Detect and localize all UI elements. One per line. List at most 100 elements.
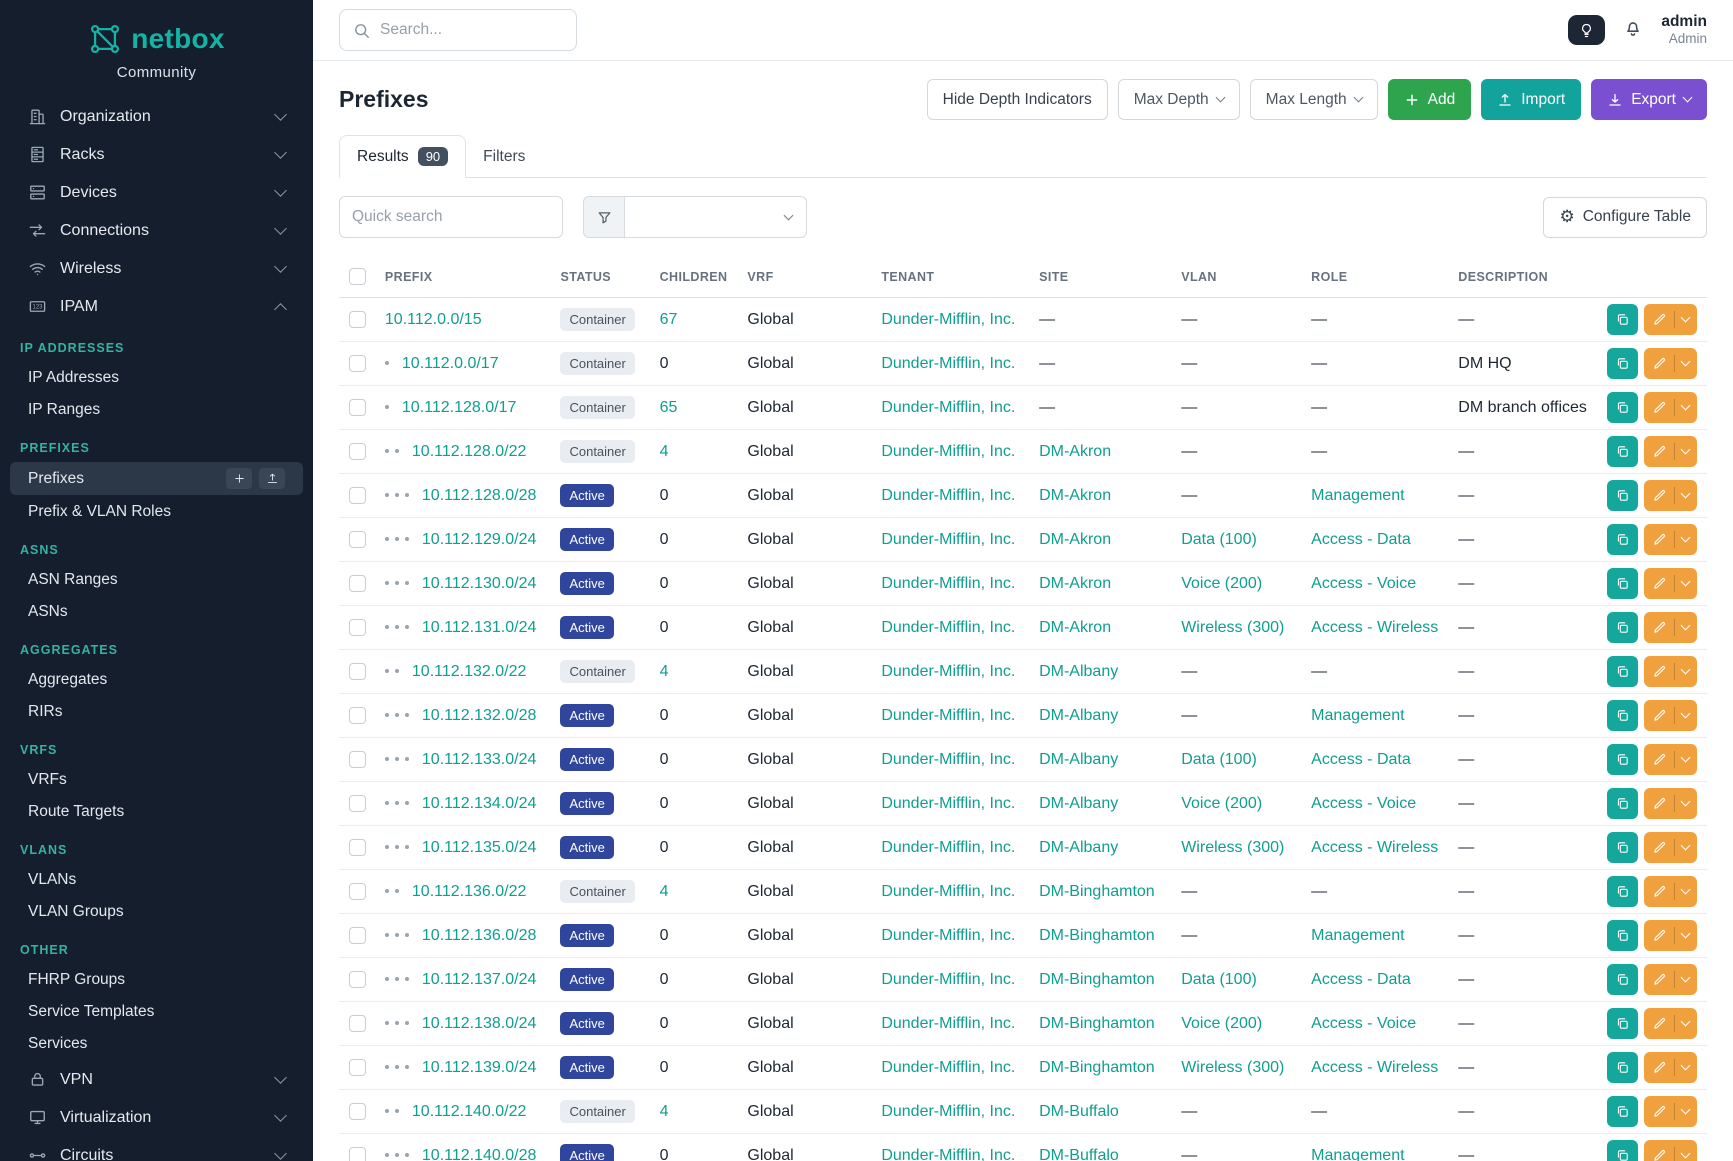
edit-button[interactable]: [1644, 1008, 1697, 1039]
edit-button[interactable]: [1644, 1052, 1697, 1083]
sidebar-item-vrfs[interactable]: VRFs: [10, 764, 303, 795]
row-checkbox[interactable]: [349, 1059, 366, 1076]
site-link[interactable]: DM-Binghamton: [1039, 1059, 1155, 1076]
role-link[interactable]: Access - Voice: [1311, 575, 1416, 592]
edit-button[interactable]: [1644, 392, 1697, 423]
prefix-link[interactable]: 10.112.137.0/24: [422, 971, 536, 988]
row-checkbox[interactable]: [349, 707, 366, 724]
sidebar-item-asns[interactable]: ASNs: [10, 596, 303, 627]
tenant-link[interactable]: Dunder-Mifflin, Inc.: [881, 1059, 1015, 1076]
children-link[interactable]: 4: [660, 663, 669, 680]
prefix-link[interactable]: 10.112.128.0/17: [402, 399, 516, 416]
role-link[interactable]: Management: [1311, 487, 1404, 504]
children-link[interactable]: 65: [660, 399, 678, 416]
row-checkbox[interactable]: [349, 531, 366, 548]
import-button[interactable]: Import: [1481, 79, 1581, 120]
sidebar-item-ip-addresses[interactable]: IP Addresses: [10, 362, 303, 393]
sidebar-item-asn-ranges[interactable]: ASN Ranges: [10, 564, 303, 595]
copy-button[interactable]: [1607, 964, 1638, 995]
vlan-link[interactable]: Data (100): [1181, 751, 1257, 768]
column-header-prefix[interactable]: PREFIX: [375, 256, 551, 298]
quick-add-button[interactable]: [226, 468, 252, 489]
copy-button[interactable]: [1607, 392, 1638, 423]
column-header-children[interactable]: CHILDREN: [650, 256, 738, 298]
copy-button[interactable]: [1607, 436, 1638, 467]
tenant-link[interactable]: Dunder-Mifflin, Inc.: [881, 839, 1015, 856]
prefix-link[interactable]: 10.112.0.0/15: [385, 311, 482, 328]
row-checkbox[interactable]: [349, 883, 366, 900]
sidebar-item-organization[interactable]: Organization: [12, 98, 301, 135]
column-header-vlan[interactable]: VLAN: [1171, 256, 1301, 298]
prefix-link[interactable]: 10.112.136.0/28: [422, 927, 536, 944]
row-checkbox[interactable]: [349, 1015, 366, 1032]
sidebar-item-services[interactable]: Services: [10, 1028, 303, 1059]
sidebar-item-service-templates[interactable]: Service Templates: [10, 996, 303, 1027]
site-link[interactable]: DM-Binghamton: [1039, 927, 1155, 944]
vlan-link[interactable]: Wireless (300): [1181, 619, 1284, 636]
prefix-link[interactable]: 10.112.132.0/22: [412, 663, 526, 680]
edit-button[interactable]: [1644, 656, 1697, 687]
row-checkbox[interactable]: [349, 1103, 366, 1120]
tenant-link[interactable]: Dunder-Mifflin, Inc.: [881, 663, 1015, 680]
vlan-link[interactable]: Voice (200): [1181, 1015, 1262, 1032]
copy-button[interactable]: [1607, 1052, 1638, 1083]
tenant-link[interactable]: Dunder-Mifflin, Inc.: [881, 971, 1015, 988]
sidebar-item-aggregates[interactable]: Aggregates: [10, 664, 303, 695]
prefix-link[interactable]: 10.112.140.0/22: [412, 1103, 526, 1120]
edit-button[interactable]: [1644, 876, 1697, 907]
sidebar-item-route-targets[interactable]: Route Targets: [10, 796, 303, 827]
copy-button[interactable]: [1607, 348, 1638, 379]
prefix-link[interactable]: 10.112.136.0/22: [412, 883, 526, 900]
site-link[interactable]: DM-Albany: [1039, 707, 1118, 724]
sidebar-item-devices[interactable]: Devices: [12, 174, 301, 211]
children-link[interactable]: 4: [660, 443, 669, 460]
sidebar-item-ipam[interactable]: 123IPAM: [12, 288, 301, 325]
row-checkbox[interactable]: [349, 487, 366, 504]
quick-search-input[interactable]: [339, 196, 563, 238]
column-header-description[interactable]: DESCRIPTION: [1448, 256, 1597, 298]
copy-button[interactable]: [1607, 304, 1638, 335]
row-checkbox[interactable]: [349, 575, 366, 592]
copy-button[interactable]: [1607, 876, 1638, 907]
prefix-link[interactable]: 10.112.140.0/28: [422, 1147, 536, 1161]
tenant-link[interactable]: Dunder-Mifflin, Inc.: [881, 1103, 1015, 1120]
edit-button[interactable]: [1644, 1096, 1697, 1127]
row-checkbox[interactable]: [349, 663, 366, 680]
row-checkbox[interactable]: [349, 927, 366, 944]
tenant-link[interactable]: Dunder-Mifflin, Inc.: [881, 311, 1015, 328]
sidebar-item-virtualization[interactable]: Virtualization: [12, 1099, 301, 1136]
select-all-checkbox[interactable]: [349, 268, 366, 285]
role-link[interactable]: Access - Data: [1311, 751, 1411, 768]
theme-toggle-button[interactable]: [1568, 15, 1605, 45]
row-checkbox[interactable]: [349, 399, 366, 416]
column-header-site[interactable]: SITE: [1029, 256, 1171, 298]
edit-button[interactable]: [1644, 612, 1697, 643]
copy-button[interactable]: [1607, 788, 1638, 819]
home-link[interactable]: netbox: [88, 22, 225, 56]
prefix-link[interactable]: 10.112.139.0/24: [422, 1059, 536, 1076]
copy-button[interactable]: [1607, 568, 1638, 599]
tenant-link[interactable]: Dunder-Mifflin, Inc.: [881, 487, 1015, 504]
edit-button[interactable]: [1644, 788, 1697, 819]
export-button[interactable]: Export: [1591, 79, 1707, 120]
site-link[interactable]: DM-Albany: [1039, 751, 1118, 768]
role-link[interactable]: Management: [1311, 927, 1404, 944]
global-search-input[interactable]: [380, 21, 564, 39]
children-link[interactable]: 4: [660, 1103, 669, 1120]
edit-button[interactable]: [1644, 304, 1697, 335]
copy-button[interactable]: [1607, 524, 1638, 555]
row-checkbox[interactable]: [349, 311, 366, 328]
row-checkbox[interactable]: [349, 1147, 366, 1161]
sidebar-item-ip-ranges[interactable]: IP Ranges: [10, 394, 303, 425]
children-link[interactable]: 4: [660, 883, 669, 900]
copy-button[interactable]: [1607, 1008, 1638, 1039]
role-link[interactable]: Access - Wireless: [1311, 1059, 1438, 1076]
column-header-status[interactable]: STATUS: [550, 256, 649, 298]
edit-button[interactable]: [1644, 480, 1697, 511]
column-header-role[interactable]: ROLE: [1301, 256, 1448, 298]
tenant-link[interactable]: Dunder-Mifflin, Inc.: [881, 575, 1015, 592]
sidebar-item-rirs[interactable]: RIRs: [10, 696, 303, 727]
prefix-link[interactable]: 10.112.130.0/24: [422, 575, 536, 592]
role-link[interactable]: Access - Voice: [1311, 795, 1416, 812]
role-link[interactable]: Access - Data: [1311, 531, 1411, 548]
